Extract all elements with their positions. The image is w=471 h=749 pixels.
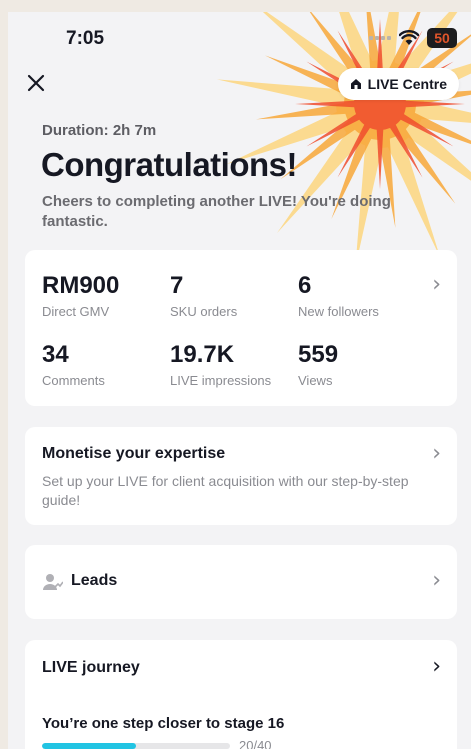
stat-sku-orders: 7 SKU orders: [170, 272, 237, 319]
home-icon: [350, 79, 361, 89]
stat-value: RM900: [42, 272, 120, 299]
close-button[interactable]: [26, 70, 46, 98]
stat-value: 34: [42, 341, 69, 368]
status-time: 7:05: [66, 28, 105, 49]
stat-views: 559 Views: [298, 341, 338, 388]
live-journey-card[interactable]: LIVE journey › You’re one step closer to…: [25, 640, 457, 749]
monetise-title: Monetise your expertise: [42, 445, 226, 462]
battery-indicator: 50: [427, 28, 457, 48]
leads-label: Leads: [71, 572, 118, 589]
journey-progress-text: 20/40: [239, 738, 272, 749]
stat-label: LIVE impressions: [170, 373, 272, 388]
stat-label: New followers: [298, 304, 379, 319]
journey-progress-bar: [42, 743, 230, 749]
stat-label: Comments: [42, 373, 105, 388]
page-title: Congratulations!: [41, 146, 297, 183]
leads-card[interactable]: Leads ›: [25, 545, 457, 619]
celebration-burst: [216, 12, 471, 268]
journey-title: LIVE journey: [42, 659, 140, 676]
chevron-right-icon: ›: [432, 441, 441, 466]
close-icon: [27, 74, 45, 92]
chevron-right-icon: ›: [432, 568, 441, 593]
page-subtitle: Cheers to completing another LIVE! You'r…: [42, 193, 391, 230]
stat-value: 6: [298, 272, 312, 299]
journey-step-text: You’re one step closer to stage 16: [42, 715, 285, 732]
stat-new-followers: 6 New followers: [298, 272, 379, 319]
stats-card[interactable]: RM900 Direct GMV 7 SKU orders 6 New foll…: [25, 250, 457, 406]
live-summary-screen: 7:05 50 LIVE Centre Duration: 2h 7m Cong…: [8, 12, 471, 749]
stat-label: Views: [298, 373, 333, 388]
chevron-right-icon: ›: [432, 654, 441, 679]
stat-direct-gmv: RM900 Direct GMV: [42, 272, 119, 319]
chevron-right-icon: ›: [432, 272, 441, 297]
stat-comments: 34 Comments: [42, 341, 105, 388]
status-icons: 50: [369, 28, 457, 48]
monetise-description: Set up your LIVE for client acquisition …: [42, 473, 409, 508]
live-centre-label: LIVE Centre: [367, 76, 447, 92]
stat-label: Direct GMV: [42, 304, 110, 319]
leads-person-icon: [43, 574, 63, 590]
monetise-card[interactable]: Monetise your expertise Set up your LIVE…: [25, 427, 457, 525]
stat-label: SKU orders: [170, 304, 238, 319]
stat-value: 559: [298, 341, 339, 368]
duration-text: Duration: 2h 7m: [42, 122, 157, 139]
stat-value: 19.7K: [170, 341, 235, 368]
stat-value: 7: [170, 272, 184, 299]
wifi-icon: [399, 30, 419, 45]
stat-live-impressions: 19.7K LIVE impressions: [170, 341, 271, 388]
journey-progress-fill: [42, 743, 136, 749]
live-centre-button[interactable]: LIVE Centre: [337, 68, 459, 100]
signal-icon: [369, 36, 391, 40]
